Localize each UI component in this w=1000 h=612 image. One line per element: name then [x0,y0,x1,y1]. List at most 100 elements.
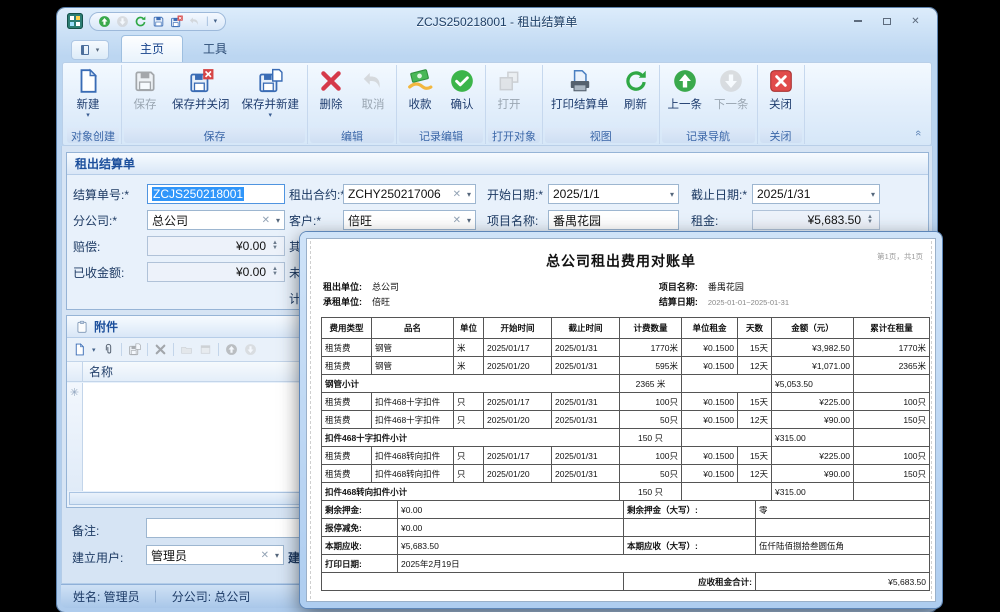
report-cell: ¥315.00 [772,483,854,501]
spinner-icon[interactable]: ▲▼ [865,215,875,225]
up-circle-icon [225,343,238,356]
branch-select[interactable]: 总公司 ✕ ▾ [147,210,285,230]
chevron-down-icon[interactable]: ▾ [276,216,280,225]
report-row: 租赁费钢管米2025/01/172025/01/311770米¥0.150015… [322,339,930,357]
contract-select[interactable]: ZCHY250217006 ✕ ▾ [343,184,476,204]
status-separator: ｜ [150,588,162,605]
report-cell: 150只 [854,465,930,483]
tab-tools[interactable]: 工具 [185,36,245,62]
clear-icon[interactable]: ✕ [451,215,463,226]
close-window-icon [768,68,794,94]
report-cell: ¥5,053.50 [772,375,854,393]
application-menu-button[interactable]: ▾ [71,40,109,60]
tab-home[interactable]: 主页 [121,35,183,62]
compensation-input[interactable]: ¥0.00 ▲▼ [147,236,285,256]
start-date-picker[interactable]: 2025/1/1 ▾ [548,184,679,204]
close-window-button[interactable]: ✕ [902,14,929,29]
chevron-down-icon[interactable]: ▾ [670,190,674,199]
customer-select[interactable]: 倍旺 ✕ ▾ [343,210,476,230]
contract-label: 租出合约:* [289,184,345,204]
up-circle-icon [672,68,698,94]
report-cell: ¥0.1500 [682,357,738,375]
creator-select[interactable]: 管理员 ✕ ▾ [146,545,284,565]
delete-button[interactable]: 删除 [310,65,352,127]
report-cell: 1770米 [854,339,930,357]
report-cell: 只 [454,411,484,429]
new-button[interactable]: 新建▾ [67,65,109,127]
report-cell: 2365米 [854,357,930,375]
chevron-down-icon[interactable]: ▾ [275,551,279,560]
report-cell: 2025/01/17 [484,339,552,357]
report-cell: 2025/01/20 [484,357,552,375]
spinner-icon[interactable]: ▲▼ [270,267,280,277]
save-icon [132,68,158,94]
report-column-header: 计费数量 [620,318,682,339]
report-cell: 租赁费 [322,411,372,429]
save-new-button[interactable]: 保存并新建▾ [236,65,306,127]
ribbon-button-label: 刷新 [624,96,647,112]
report-cell: ¥1,071.00 [772,357,854,375]
report-cell: 扣件468转向扣件小计 [322,483,620,501]
report-cell: 只 [454,465,484,483]
report-cell: ¥0.1500 [682,447,738,465]
print-settlement-button[interactable]: 打印结算单 [545,65,615,127]
chevron-down-icon[interactable]: ▾ [467,216,471,225]
report-cell [682,483,772,501]
close-button[interactable]: 关闭 [760,65,802,127]
branch-label: 分公司:* [73,210,117,230]
clear-icon[interactable]: ✕ [259,550,271,561]
minimize-button[interactable] [844,14,871,29]
lessee-label: 承租单位: [323,297,362,307]
ribbon-tab-row: ▾ 主页 工具 [61,34,933,62]
report-cell: 扣件468转向扣件 [372,447,454,465]
report-summary-row: 本期应收:¥5,683.50本期应收（大写）:伍仟陆佰捌拾叁圆伍角 [322,537,930,555]
settlement-no-input[interactable]: ZCJS250218001 [147,184,285,204]
down-circle-icon [244,343,257,356]
report-cell: 12天 [738,465,772,483]
ribbon-button-label: 新建 [77,96,100,112]
new-document-icon[interactable] [73,343,86,356]
confirm-button[interactable]: 确认 [441,65,483,127]
new-row-marker: ✳ [70,383,79,491]
report-summary-cell [624,519,756,537]
clear-icon[interactable]: ✕ [260,215,272,226]
report-cell: 2025/01/31 [552,411,620,429]
project-input[interactable]: 番禺花园 [548,210,679,230]
chevron-down-icon: ▾ [86,113,90,118]
report-cell: 扣件468转向扣件 [372,465,454,483]
end-date-picker[interactable]: 2025/1/31 ▾ [752,184,880,204]
report-summary-cell: ¥0.00 [398,501,624,519]
paperclip-icon[interactable] [102,343,115,356]
confirm-icon [449,68,475,94]
titlebar[interactable]: | ▾ ZCJS250218001 - 租出结算单 ✕ [61,8,933,34]
spinner-icon[interactable]: ▲▼ [270,241,280,251]
save-close-button[interactable]: 保存并关闭 [166,65,236,127]
maximize-button[interactable] [873,14,900,29]
chevron-down-icon[interactable]: ▾ [467,190,471,199]
attachment-note-icon [75,320,89,334]
report-cell: 15天 [738,393,772,411]
receive-payment-button[interactable]: 收款 [399,65,441,127]
chevron-down-icon[interactable]: ▾ [871,190,875,199]
compensation-label: 赔偿: [73,236,100,256]
report-cell: 15天 [738,339,772,357]
refresh-button[interactable]: 刷新 [615,65,657,127]
previous-record-button[interactable]: 上一条 [662,65,709,127]
report-cell: 150 只 [620,483,682,501]
save-button: 保存 [124,65,166,127]
rent-input[interactable]: ¥5,683.50 ▲▼ [752,210,880,230]
report-cell: 米 [454,339,484,357]
chevron-down-icon[interactable]: ▾ [92,346,96,354]
report-cell: 50只 [620,465,682,483]
collapse-ribbon-icon[interactable]: « [912,130,924,136]
report-preview-window: 第1页，共1页 总公司租出费用对账单 租出单位:总公司 承租单位:倍旺 项目名称… [300,232,942,608]
ribbon-button-label: 保存并新建 [242,96,300,112]
report-cell: 只 [454,393,484,411]
down-circle-icon [718,68,744,94]
clear-icon[interactable]: ✕ [451,189,463,200]
report-cell: ¥0.1500 [682,465,738,483]
ribbon-group-4: 打开打开对象 [486,65,543,144]
report-cell: 只 [454,447,484,465]
received-input[interactable]: ¥0.00 ▲▼ [147,262,285,282]
project-name-value: 番禺花园 [708,282,744,292]
